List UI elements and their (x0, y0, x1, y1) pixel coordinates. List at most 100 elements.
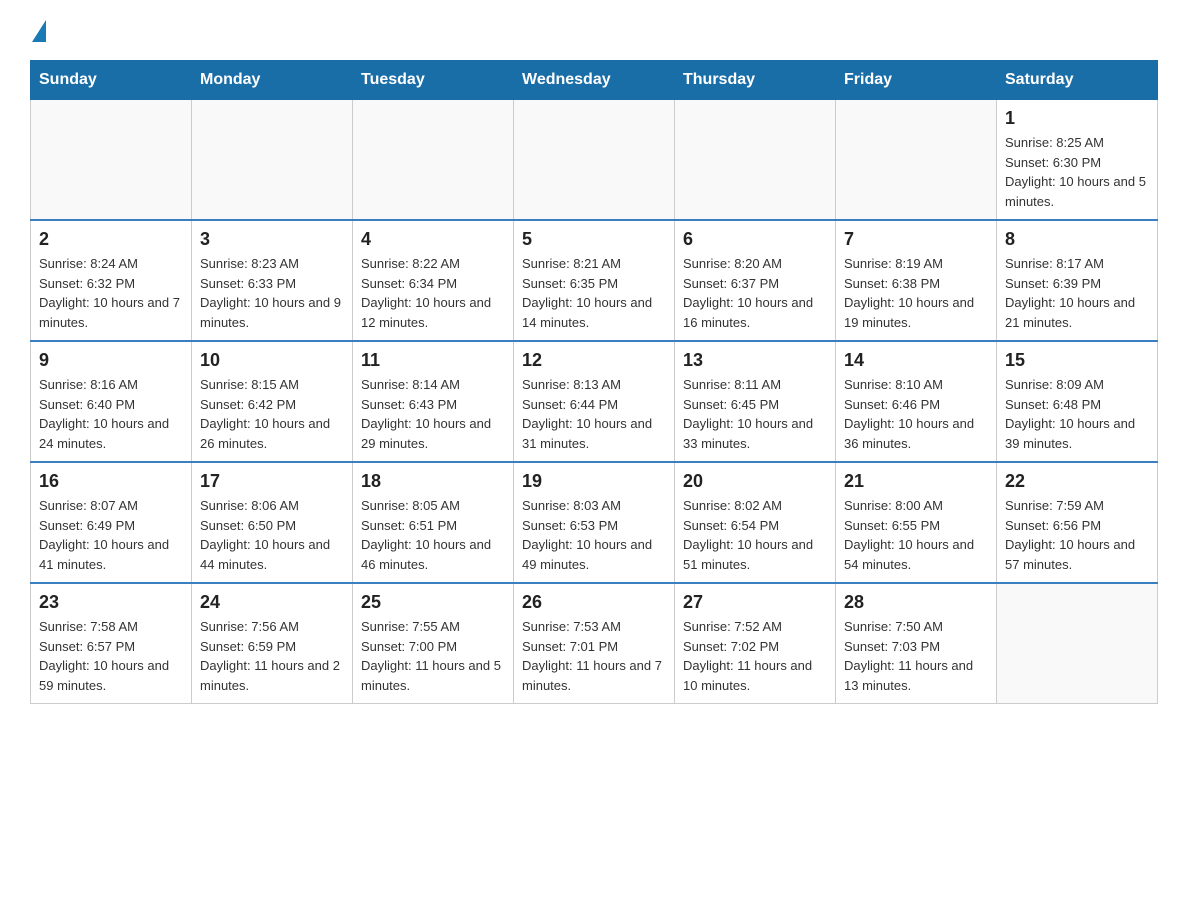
calendar-cell (997, 583, 1158, 704)
day-info: Sunrise: 7:59 AMSunset: 6:56 PMDaylight:… (1005, 496, 1149, 574)
day-info: Sunrise: 7:58 AMSunset: 6:57 PMDaylight:… (39, 617, 183, 695)
calendar-cell: 23 Sunrise: 7:58 AMSunset: 6:57 PMDayligh… (31, 583, 192, 704)
day-info: Sunrise: 7:55 AMSunset: 7:00 PMDaylight:… (361, 617, 505, 695)
day-info: Sunrise: 8:00 AMSunset: 6:55 PMDaylight:… (844, 496, 988, 574)
day-number: 4 (361, 229, 505, 250)
calendar-cell: 15 Sunrise: 8:09 AMSunset: 6:48 PMDayligh… (997, 341, 1158, 462)
day-info: Sunrise: 8:06 AMSunset: 6:50 PMDaylight:… (200, 496, 344, 574)
calendar-cell (353, 100, 514, 221)
day-info: Sunrise: 8:14 AMSunset: 6:43 PMDaylight:… (361, 375, 505, 453)
calendar-week-row: 1 Sunrise: 8:25 AMSunset: 6:30 PMDaylight… (31, 100, 1158, 221)
day-number: 1 (1005, 108, 1149, 129)
calendar-cell (675, 100, 836, 221)
calendar-cell: 28 Sunrise: 7:50 AMSunset: 7:03 PMDayligh… (836, 583, 997, 704)
day-number: 18 (361, 471, 505, 492)
day-number: 8 (1005, 229, 1149, 250)
day-number: 24 (200, 592, 344, 613)
page-header (30, 20, 1158, 44)
day-number: 9 (39, 350, 183, 371)
day-info: Sunrise: 7:52 AMSunset: 7:02 PMDaylight:… (683, 617, 827, 695)
day-info: Sunrise: 8:15 AMSunset: 6:42 PMDaylight:… (200, 375, 344, 453)
day-info: Sunrise: 7:53 AMSunset: 7:01 PMDaylight:… (522, 617, 666, 695)
day-number: 11 (361, 350, 505, 371)
calendar-cell: 12 Sunrise: 8:13 AMSunset: 6:44 PMDayligh… (514, 341, 675, 462)
calendar-cell: 14 Sunrise: 8:10 AMSunset: 6:46 PMDayligh… (836, 341, 997, 462)
day-info: Sunrise: 8:11 AMSunset: 6:45 PMDaylight:… (683, 375, 827, 453)
day-number: 23 (39, 592, 183, 613)
calendar-cell: 5 Sunrise: 8:21 AMSunset: 6:35 PMDaylight… (514, 220, 675, 341)
calendar-header-friday: Friday (836, 61, 997, 100)
calendar-cell: 25 Sunrise: 7:55 AMSunset: 7:00 PMDayligh… (353, 583, 514, 704)
calendar-cell: 1 Sunrise: 8:25 AMSunset: 6:30 PMDaylight… (997, 100, 1158, 221)
day-number: 7 (844, 229, 988, 250)
calendar-cell: 2Sunrise: 8:24 AMSunset: 6:32 PMDaylight… (31, 220, 192, 341)
day-number: 15 (1005, 350, 1149, 371)
calendar-header-tuesday: Tuesday (353, 61, 514, 100)
calendar-cell: 22 Sunrise: 7:59 AMSunset: 6:56 PMDayligh… (997, 462, 1158, 583)
day-info: Sunrise: 7:50 AMSunset: 7:03 PMDaylight:… (844, 617, 988, 695)
day-number: 26 (522, 592, 666, 613)
day-info: Sunrise: 8:22 AMSunset: 6:34 PMDaylight:… (361, 254, 505, 332)
day-info: Sunrise: 8:13 AMSunset: 6:44 PMDaylight:… (522, 375, 666, 453)
calendar-cell (836, 100, 997, 221)
calendar-header-row: SundayMondayTuesdayWednesdayThursdayFrid… (31, 61, 1158, 100)
calendar-header-saturday: Saturday (997, 61, 1158, 100)
calendar-cell: 7 Sunrise: 8:19 AMSunset: 6:38 PMDaylight… (836, 220, 997, 341)
day-info: Sunrise: 8:23 AMSunset: 6:33 PMDaylight:… (200, 254, 344, 332)
day-number: 5 (522, 229, 666, 250)
day-info: Sunrise: 8:16 AMSunset: 6:40 PMDaylight:… (39, 375, 183, 453)
calendar-table: SundayMondayTuesdayWednesdayThursdayFrid… (30, 60, 1158, 704)
calendar-header-sunday: Sunday (31, 61, 192, 100)
calendar-cell: 26 Sunrise: 7:53 AMSunset: 7:01 PMDayligh… (514, 583, 675, 704)
day-number: 28 (844, 592, 988, 613)
calendar-cell: 9 Sunrise: 8:16 AMSunset: 6:40 PMDaylight… (31, 341, 192, 462)
day-info: Sunrise: 8:19 AMSunset: 6:38 PMDaylight:… (844, 254, 988, 332)
day-number: 17 (200, 471, 344, 492)
day-number: 12 (522, 350, 666, 371)
calendar-cell: 24 Sunrise: 7:56 AMSunset: 6:59 PMDayligh… (192, 583, 353, 704)
calendar-cell: 6 Sunrise: 8:20 AMSunset: 6:37 PMDaylight… (675, 220, 836, 341)
calendar-cell: 3 Sunrise: 8:23 AMSunset: 6:33 PMDaylight… (192, 220, 353, 341)
day-number: 14 (844, 350, 988, 371)
day-number: 27 (683, 592, 827, 613)
day-info: Sunrise: 8:02 AMSunset: 6:54 PMDaylight:… (683, 496, 827, 574)
calendar-cell: 8 Sunrise: 8:17 AMSunset: 6:39 PMDaylight… (997, 220, 1158, 341)
calendar-week-row: 16 Sunrise: 8:07 AMSunset: 6:49 PMDayligh… (31, 462, 1158, 583)
logo (30, 20, 46, 44)
day-number: 3 (200, 229, 344, 250)
day-number: 20 (683, 471, 827, 492)
calendar-header-wednesday: Wednesday (514, 61, 675, 100)
day-info: Sunrise: 8:24 AMSunset: 6:32 PMDaylight:… (39, 254, 183, 332)
calendar-week-row: 9 Sunrise: 8:16 AMSunset: 6:40 PMDaylight… (31, 341, 1158, 462)
day-info: Sunrise: 8:10 AMSunset: 6:46 PMDaylight:… (844, 375, 988, 453)
calendar-cell: 4 Sunrise: 8:22 AMSunset: 6:34 PMDaylight… (353, 220, 514, 341)
calendar-cell: 13 Sunrise: 8:11 AMSunset: 6:45 PMDayligh… (675, 341, 836, 462)
calendar-cell (192, 100, 353, 221)
day-info: Sunrise: 7:56 AMSunset: 6:59 PMDaylight:… (200, 617, 344, 695)
day-number: 13 (683, 350, 827, 371)
day-number: 19 (522, 471, 666, 492)
day-info: Sunrise: 8:07 AMSunset: 6:49 PMDaylight:… (39, 496, 183, 574)
calendar-cell: 16 Sunrise: 8:07 AMSunset: 6:49 PMDayligh… (31, 462, 192, 583)
day-number: 6 (683, 229, 827, 250)
calendar-cell: 17 Sunrise: 8:06 AMSunset: 6:50 PMDayligh… (192, 462, 353, 583)
calendar-cell: 19 Sunrise: 8:03 AMSunset: 6:53 PMDayligh… (514, 462, 675, 583)
day-number: 25 (361, 592, 505, 613)
calendar-cell: 21Sunrise: 8:00 AMSunset: 6:55 PMDayligh… (836, 462, 997, 583)
calendar-cell: 10Sunrise: 8:15 AMSunset: 6:42 PMDayligh… (192, 341, 353, 462)
day-number: 22 (1005, 471, 1149, 492)
calendar-header-thursday: Thursday (675, 61, 836, 100)
day-info: Sunrise: 8:25 AMSunset: 6:30 PMDaylight:… (1005, 133, 1149, 211)
day-info: Sunrise: 8:21 AMSunset: 6:35 PMDaylight:… (522, 254, 666, 332)
calendar-cell: 11 Sunrise: 8:14 AMSunset: 6:43 PMDayligh… (353, 341, 514, 462)
day-number: 16 (39, 471, 183, 492)
logo-triangle-icon (32, 20, 46, 42)
day-info: Sunrise: 8:17 AMSunset: 6:39 PMDaylight:… (1005, 254, 1149, 332)
day-info: Sunrise: 8:09 AMSunset: 6:48 PMDaylight:… (1005, 375, 1149, 453)
day-info: Sunrise: 8:20 AMSunset: 6:37 PMDaylight:… (683, 254, 827, 332)
calendar-header-monday: Monday (192, 61, 353, 100)
calendar-week-row: 23 Sunrise: 7:58 AMSunset: 6:57 PMDayligh… (31, 583, 1158, 704)
day-info: Sunrise: 8:03 AMSunset: 6:53 PMDaylight:… (522, 496, 666, 574)
calendar-week-row: 2Sunrise: 8:24 AMSunset: 6:32 PMDaylight… (31, 220, 1158, 341)
day-info: Sunrise: 8:05 AMSunset: 6:51 PMDaylight:… (361, 496, 505, 574)
